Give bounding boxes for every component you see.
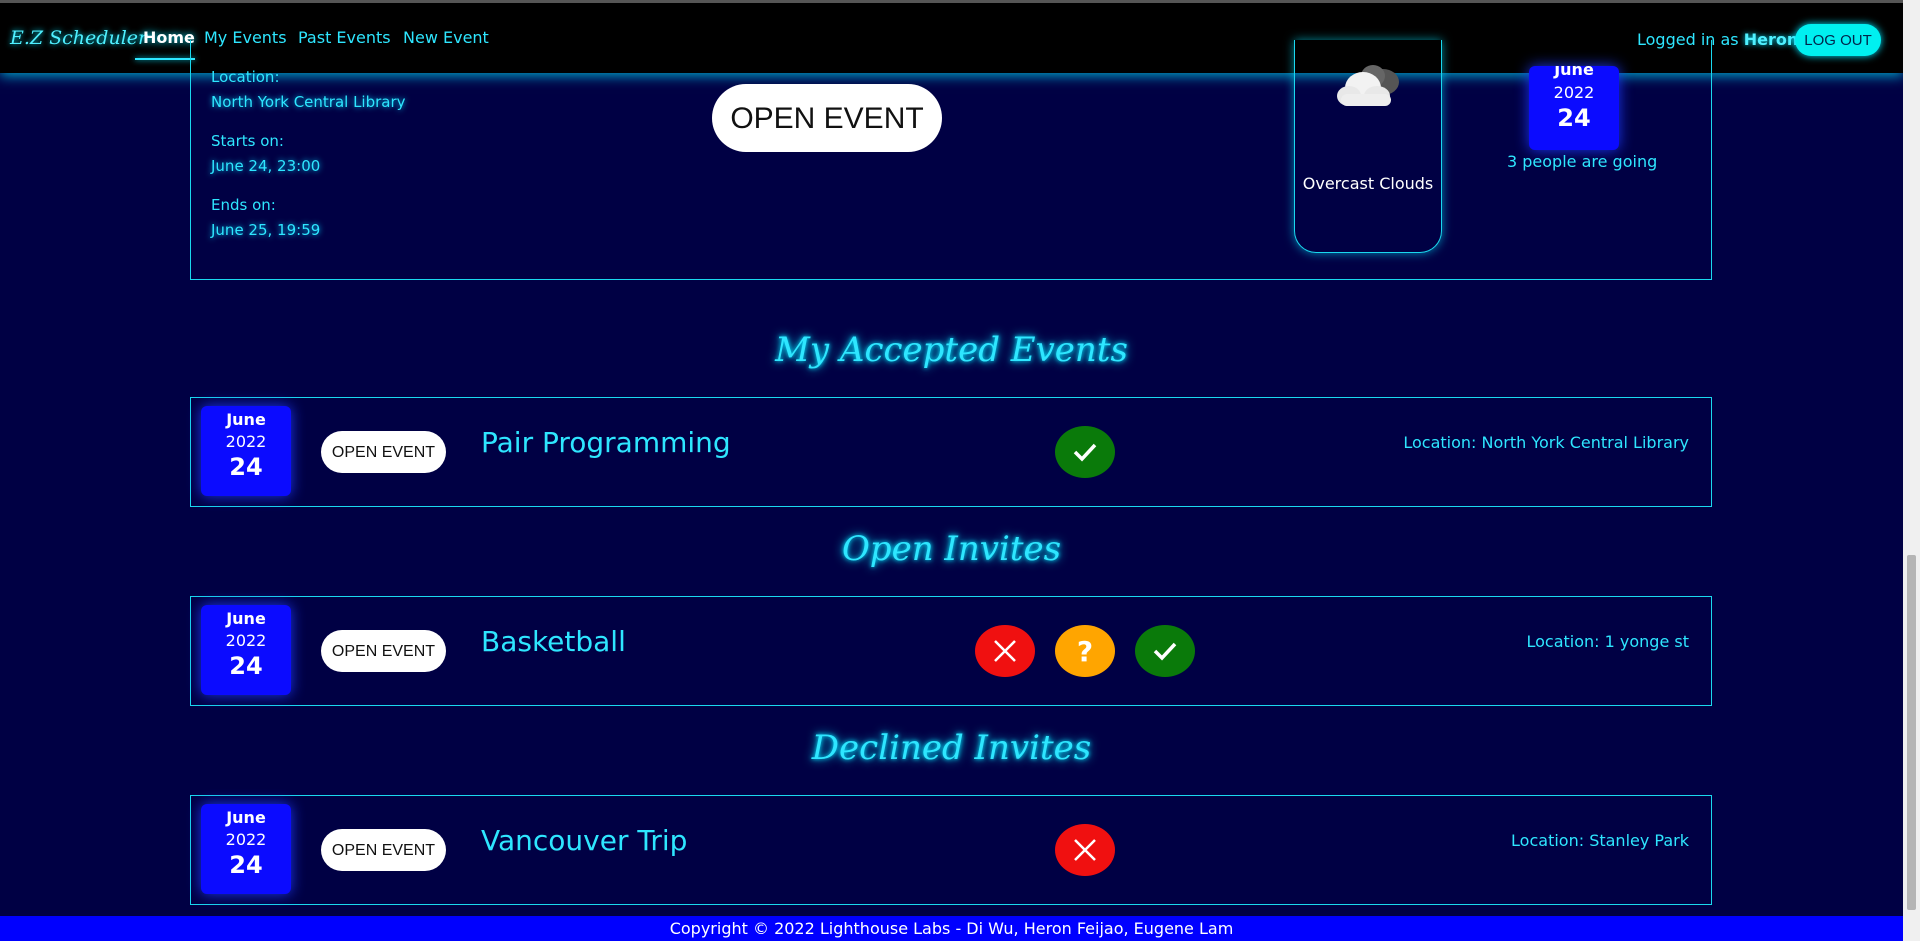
declined-status-button[interactable] (1055, 824, 1115, 876)
ends-value: June 25, 19:59 (211, 221, 321, 239)
event-date-badge: June 2022 24 (201, 406, 291, 496)
date-month: June (1554, 66, 1594, 79)
decline-button[interactable] (975, 625, 1035, 677)
open-event-button[interactable]: OPEN EVENT (321, 431, 446, 473)
brand-logo[interactable]: E.Z Scheduler (10, 27, 147, 49)
date-year: 2022 (225, 830, 267, 849)
date-year: 2022 (225, 432, 267, 451)
page-scrollbar[interactable] (1903, 0, 1920, 941)
location-value: North York Central Library (211, 93, 406, 111)
event-location: Location: 1 yonge st (1526, 632, 1689, 651)
starts-value: June 24, 23:00 (211, 157, 321, 175)
featured-date-badge: June 2022 24 (1529, 66, 1619, 150)
date-year: 2022 (1553, 83, 1595, 102)
nav-active-indicator (135, 58, 195, 60)
date-month: June (226, 808, 266, 827)
close-icon (994, 640, 1016, 662)
accept-button[interactable] (1135, 625, 1195, 677)
date-year: 2022 (225, 631, 267, 650)
date-day: 24 (229, 652, 263, 680)
open-event-button[interactable]: OPEN EVENT (712, 84, 942, 152)
checkmark-icon (1153, 642, 1177, 661)
event-date-badge: June 2022 24 (201, 804, 291, 894)
featured-event-card: Location: North York Central Library Sta… (190, 40, 1712, 280)
open-event-button[interactable]: OPEN EVENT (321, 829, 446, 871)
heading-open-invites: Open Invites (841, 529, 1062, 569)
date-month: June (226, 609, 266, 628)
event-location: Location: North York Central Library (1403, 433, 1689, 452)
event-title: Pair Programming (481, 426, 731, 459)
event-card-basketball: June 2022 24 OPEN EVENT Basketball ? Loc… (190, 596, 1712, 706)
event-title: Vancouver Trip (481, 824, 688, 857)
location-label: Location: (211, 68, 280, 86)
event-title: Basketball (481, 625, 626, 658)
weather-widget: Overcast Clouds (1294, 40, 1442, 253)
heading-declined-invites: Declined Invites (811, 728, 1092, 768)
event-location: Location: Stanley Park (1511, 831, 1689, 850)
ends-label: Ends on: (211, 196, 276, 214)
event-date-badge: June 2022 24 (201, 605, 291, 695)
logout-button[interactable]: LOG OUT (1795, 24, 1881, 56)
cloud-icon (1337, 65, 1399, 106)
heading-accepted-events: My Accepted Events (775, 330, 1128, 370)
maybe-button[interactable]: ? (1055, 625, 1115, 677)
close-icon (1074, 839, 1096, 861)
question-icon: ? (1076, 634, 1094, 668)
event-card-pair-programming: June 2022 24 OPEN EVENT Pair Programming… (190, 397, 1712, 507)
weather-description: Overcast Clouds (1302, 174, 1434, 193)
starts-label: Starts on: (211, 132, 284, 150)
accepted-status-button[interactable] (1055, 426, 1115, 478)
event-card-vancouver-trip: June 2022 24 OPEN EVENT Vancouver Trip L… (190, 795, 1712, 905)
date-day: 24 (229, 851, 263, 879)
nav-home[interactable]: Home (143, 28, 195, 47)
date-day: 24 (229, 453, 263, 481)
attendee-count: 3 people are going (1507, 152, 1658, 171)
scrollbar-thumb[interactable] (1907, 555, 1916, 910)
checkmark-icon (1073, 443, 1097, 462)
open-event-button[interactable]: OPEN EVENT (321, 630, 446, 672)
date-month: June (226, 410, 266, 429)
date-day: 24 (1557, 104, 1591, 132)
logged-in-user: Heron (1743, 30, 1799, 49)
footer-copyright: Copyright © 2022 Lighthouse Labs - Di Wu… (0, 916, 1903, 941)
